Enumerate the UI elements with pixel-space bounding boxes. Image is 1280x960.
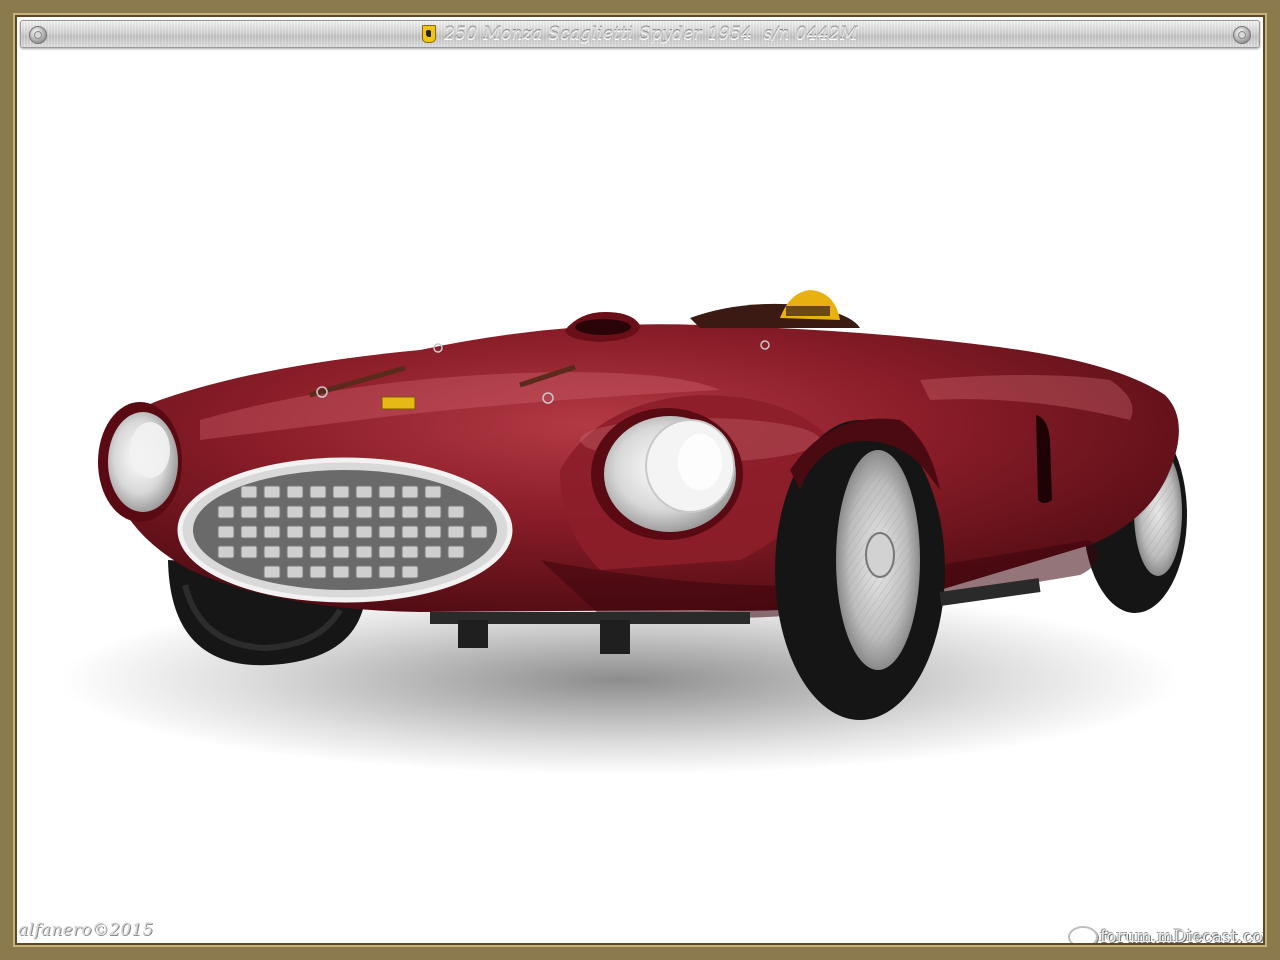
grille-slat bbox=[378, 565, 396, 579]
grille-slat bbox=[263, 545, 281, 559]
grille-slat bbox=[286, 505, 304, 519]
grille-slat bbox=[401, 525, 419, 539]
grille-slat bbox=[263, 485, 281, 499]
grille-slat bbox=[332, 525, 350, 539]
grille-slat bbox=[240, 525, 258, 539]
grille-slat bbox=[447, 545, 465, 559]
site-logo-icon bbox=[1068, 926, 1098, 948]
title-bar: 250 Monza Scaglietti Spyder 1954 s/n 044… bbox=[20, 20, 1260, 48]
screw-icon bbox=[1233, 26, 1251, 44]
grille-slat bbox=[309, 485, 327, 499]
grille-slat bbox=[217, 505, 235, 519]
screw-icon bbox=[29, 26, 47, 44]
grille-slat bbox=[424, 545, 442, 559]
grille-slat bbox=[378, 505, 396, 519]
grille-slat bbox=[424, 485, 442, 499]
grille-slat bbox=[355, 545, 373, 559]
grille-slat bbox=[240, 545, 258, 559]
title-group: 250 Monza Scaglietti Spyder 1954 s/n 044… bbox=[422, 24, 858, 44]
grille-slat bbox=[263, 505, 281, 519]
photo-canvas bbox=[13, 13, 1267, 947]
grille-slat bbox=[263, 565, 281, 579]
grille-slat bbox=[401, 545, 419, 559]
grille-slat bbox=[332, 505, 350, 519]
grille-slat bbox=[424, 505, 442, 519]
grille-slat bbox=[447, 505, 465, 519]
grille-slat bbox=[309, 525, 327, 539]
grille-slat bbox=[401, 485, 419, 499]
grille-slat bbox=[424, 525, 442, 539]
grille-slat bbox=[332, 545, 350, 559]
grille-slat bbox=[401, 505, 419, 519]
grille-slat bbox=[286, 485, 304, 499]
grille-slat bbox=[378, 545, 396, 559]
page-title: 250 Monza Scaglietti Spyder 1954 s/n 044… bbox=[444, 24, 858, 44]
grille-slat bbox=[355, 485, 373, 499]
grille-slat bbox=[309, 545, 327, 559]
grille-slat bbox=[355, 525, 373, 539]
grille-slat bbox=[332, 485, 350, 499]
car-photo bbox=[60, 290, 1187, 775]
grille-slat bbox=[309, 505, 327, 519]
grille-slat bbox=[240, 485, 258, 499]
grille-slat bbox=[309, 565, 327, 579]
grille-slat bbox=[355, 505, 373, 519]
grille-slat bbox=[447, 525, 465, 539]
grille-slat bbox=[332, 565, 350, 579]
grille-slat bbox=[401, 565, 419, 579]
grille-slat bbox=[470, 525, 488, 539]
prancing-horse-shield-icon bbox=[422, 25, 437, 43]
site-watermark-text: forum.mDiecast.com bbox=[1100, 927, 1279, 947]
site-watermark: forum.mDiecast.com bbox=[1068, 926, 1279, 948]
grille-slat bbox=[263, 525, 281, 539]
grille-slat bbox=[378, 525, 396, 539]
grille-slat bbox=[355, 565, 373, 579]
author-watermark: alfanero©2015 bbox=[18, 920, 154, 940]
grille-slat bbox=[286, 525, 304, 539]
grille-slat bbox=[240, 505, 258, 519]
grille-slat bbox=[378, 485, 396, 499]
grille-slat bbox=[286, 565, 304, 579]
grille-slat bbox=[217, 545, 235, 559]
grille-slat bbox=[286, 545, 304, 559]
grille-slat bbox=[217, 525, 235, 539]
